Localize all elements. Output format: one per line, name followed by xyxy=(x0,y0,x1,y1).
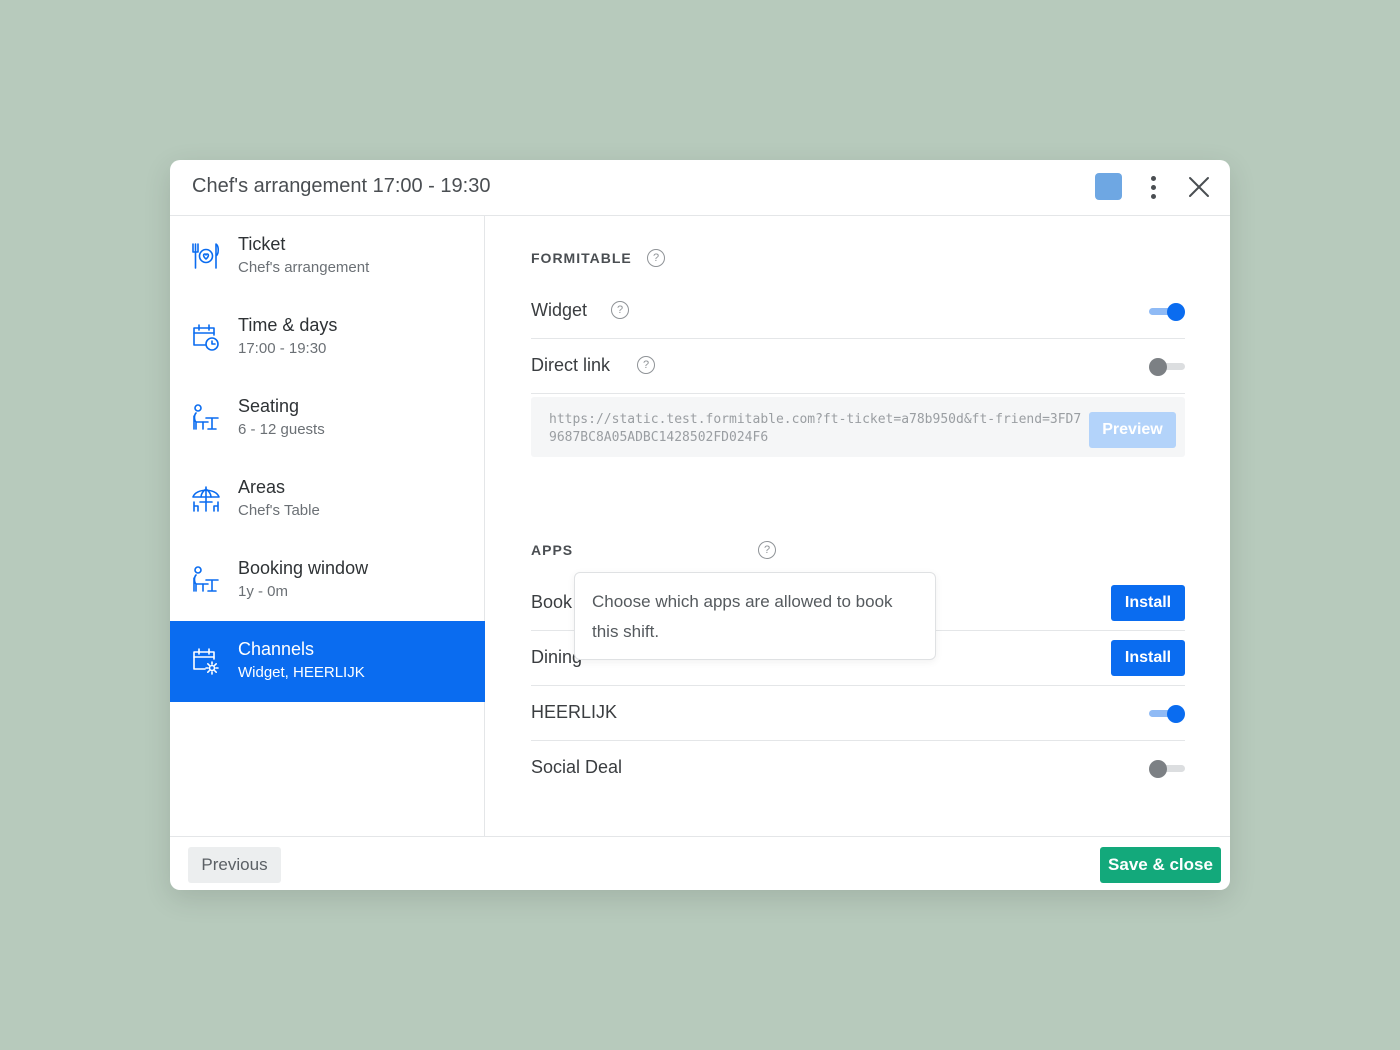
sidebar-item-label: Booking window xyxy=(238,558,369,578)
save-close-button[interactable]: Save & close xyxy=(1100,847,1221,883)
apps-help-tooltip: Choose which apps are allowed to book th… xyxy=(574,572,936,660)
sidebar-item-channels[interactable]: Channels Widget, HEERLIJK xyxy=(170,621,485,702)
preview-button[interactable]: Preview xyxy=(1089,412,1176,448)
color-swatch[interactable] xyxy=(1095,173,1122,200)
modal-title: Chef's arrangement 17:00 - 19:30 xyxy=(192,175,491,197)
sidebar-item-booking-window[interactable]: Booking window 1y - 0m xyxy=(170,540,485,621)
previous-button[interactable]: Previous xyxy=(188,847,281,883)
sidebar-item-label: Ticket xyxy=(238,234,286,254)
sidebar-item-label: Areas xyxy=(238,477,286,497)
direct-link-box: https://static.test.formitable.com?ft-ti… xyxy=(531,397,1185,457)
person-seating-icon xyxy=(193,404,219,430)
help-icon[interactable]: ? xyxy=(611,301,629,319)
sidebar-item-ticket[interactable]: Ticket Chef's arrangement xyxy=(170,216,485,297)
more-options-icon[interactable] xyxy=(1142,172,1164,202)
formitable-section-title: FORMITABLE xyxy=(531,250,632,266)
sidebar-item-time-days[interactable]: Time & days 17:00 - 19:30 xyxy=(170,297,485,378)
channels-modal: Chef's arrangement 17:00 - 19:30 Ticket … xyxy=(170,160,1230,890)
close-icon[interactable] xyxy=(1186,174,1212,200)
sidebar-item-sub: 6 - 12 guests xyxy=(238,421,325,438)
sidebar-item-sub: Chef's arrangement xyxy=(238,259,370,276)
install-button[interactable]: Install xyxy=(1111,585,1185,621)
divider xyxy=(531,393,1185,394)
sidebar-item-sub: 1y - 0m xyxy=(238,583,289,600)
plate-cutlery-icon xyxy=(192,243,220,269)
widget-label: Widget xyxy=(531,300,588,320)
app-label: Book xyxy=(531,592,573,612)
sidebar-item-sub: Widget, HEERLIJK xyxy=(238,664,365,681)
widget-row: Widget ? xyxy=(531,284,1185,339)
sidebar-item-seating[interactable]: Seating 6 - 12 guests xyxy=(170,378,485,459)
app-row-social-deal: Social Deal xyxy=(531,741,1185,796)
sidebar: Ticket Chef's arrangement Time & days 17… xyxy=(170,216,485,836)
direct-link-url[interactable]: https://static.test.formitable.com?ft-ti… xyxy=(549,411,1085,447)
modal-header: Chef's arrangement 17:00 - 19:30 xyxy=(170,160,1230,216)
direct-link-label: Direct link xyxy=(531,355,611,375)
apps-section-title: APPS xyxy=(531,542,574,558)
app-label: Social Deal xyxy=(531,757,623,777)
help-icon[interactable]: ? xyxy=(758,541,776,559)
channels-content: FORMITABLE ? Widget ? Direct link ? http… xyxy=(486,216,1230,836)
sidebar-item-sub: 17:00 - 19:30 xyxy=(238,340,327,357)
sidebar-item-label: Seating xyxy=(238,396,300,416)
sidebar-item-sub: Chef's Table xyxy=(238,502,320,519)
sidebar-item-label: Time & days xyxy=(238,315,338,335)
person-seating-icon xyxy=(193,566,219,592)
help-icon[interactable]: ? xyxy=(637,356,655,374)
direct-link-row: Direct link ? xyxy=(531,339,1185,394)
sidebar-item-areas[interactable]: Areas Chef's Table xyxy=(170,459,485,540)
heerlijk-toggle[interactable] xyxy=(1149,705,1185,723)
app-label: HEERLIJK xyxy=(531,702,618,722)
calendar-clock-icon xyxy=(193,324,219,351)
umbrella-table-icon xyxy=(192,486,220,512)
social-deal-toggle[interactable] xyxy=(1149,760,1185,778)
calendar-gear-icon xyxy=(193,648,219,675)
direct-link-toggle[interactable] xyxy=(1149,358,1185,376)
help-icon[interactable]: ? xyxy=(647,249,665,267)
app-row-heerlijk: HEERLIJK xyxy=(531,686,1185,741)
widget-toggle[interactable] xyxy=(1149,303,1185,321)
modal-footer: Previous Save & close xyxy=(170,836,1230,890)
install-button[interactable]: Install xyxy=(1111,640,1185,676)
sidebar-item-label: Channels xyxy=(238,639,315,659)
